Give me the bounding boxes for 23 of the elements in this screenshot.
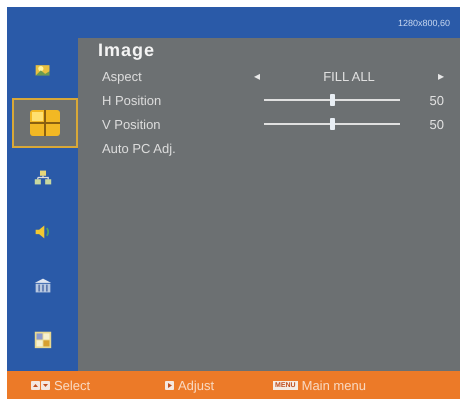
building-icon xyxy=(33,276,53,294)
hint-label: Select xyxy=(54,378,90,392)
grid-icon xyxy=(29,109,61,137)
hint-label: Adjust xyxy=(178,378,214,392)
setting-label: V Position xyxy=(102,116,162,132)
network-icon xyxy=(33,168,53,186)
left-arrow[interactable]: ◂ xyxy=(254,69,260,83)
language-icon xyxy=(33,330,53,348)
slider-thumb[interactable] xyxy=(330,118,335,130)
panel-title: Image xyxy=(98,40,156,61)
setting-label: Auto PC Adj. xyxy=(102,140,177,156)
slider-value: 50 xyxy=(428,92,444,108)
setting-label: H Position xyxy=(102,92,162,108)
hint-label: Main menu xyxy=(302,378,366,392)
setting-label: Aspect xyxy=(102,68,143,84)
sidebar-item[interactable] xyxy=(12,98,78,148)
up-down-keys-icon xyxy=(31,380,50,390)
slider-thumb[interactable] xyxy=(330,94,335,106)
setting-value: FILL ALL xyxy=(322,68,376,84)
right-arrow[interactable]: ▸ xyxy=(438,69,444,83)
right-key-icon xyxy=(165,380,174,390)
resolution-text: 1280x800,60 xyxy=(398,18,450,28)
slider-value: 50 xyxy=(428,116,444,132)
